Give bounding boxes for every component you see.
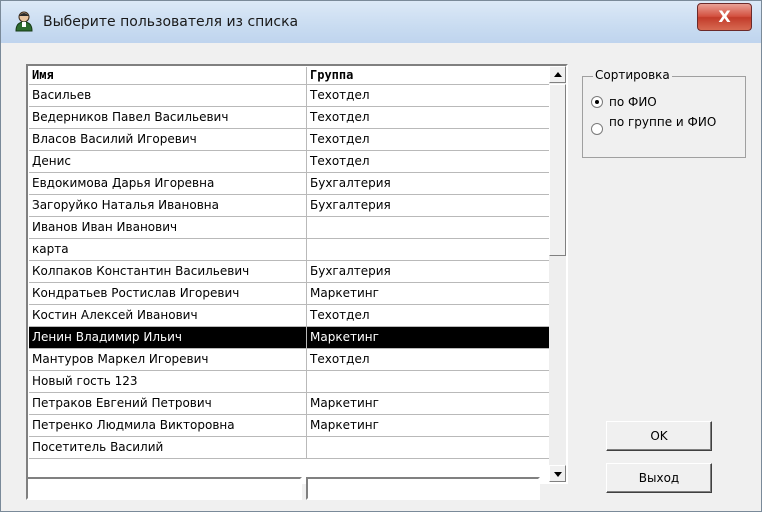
table-row[interactable]: Колпаков Константин Васильевич Бухгалтери… (29, 261, 549, 283)
user-name-cell[interactable]: Колпаков Константин Васильевич (29, 261, 307, 282)
ok-button[interactable]: OK (606, 421, 712, 451)
user-group-cell[interactable]: Техотдел (307, 85, 547, 106)
close-button[interactable]: X (697, 3, 752, 31)
table-row[interactable]: карта (29, 239, 549, 261)
users-grid-content: Имя Группа Васильев Техотдел Ведерников Па… (29, 67, 549, 459)
table-row[interactable]: Посетитель Василий (29, 437, 549, 459)
user-name-cell[interactable]: Посетитель Василий (29, 437, 307, 458)
dialog-body: Имя Группа Васильев Техотдел Ведерников Па… (9, 43, 754, 505)
sort-groupbox: Сортировка по ФИО по группе и ФИО (582, 68, 746, 158)
user-name-cell[interactable]: Евдокимова Дарья Игоревна (29, 173, 307, 194)
user-name-cell[interactable]: Петренко Людмила Викторовна (29, 415, 307, 436)
table-row[interactable]: Загоруйко Наталья Ивановна Бухгалтерия (29, 195, 549, 217)
user-group-cell[interactable] (307, 239, 547, 260)
user-name-cell[interactable]: Петраков Евгений Петрович (29, 393, 307, 414)
vertical-scrollbar[interactable] (549, 66, 566, 482)
user-group-cell[interactable]: Маркетинг (307, 393, 547, 414)
group-filter-input[interactable] (306, 477, 540, 500)
scroll-up-button[interactable] (549, 66, 566, 83)
user-name-cell[interactable]: Власов Василий Игоревич (29, 129, 307, 150)
close-icon: X (718, 7, 731, 26)
table-row[interactable]: Иванов Иван Иванович (29, 217, 549, 239)
user-avatar-icon (13, 10, 35, 32)
grid-header-row: Имя Группа (29, 67, 549, 85)
user-group-cell[interactable]: Бухгалтерия (307, 173, 547, 194)
user-group-cell[interactable] (307, 437, 547, 458)
exit-button[interactable]: Выход (606, 463, 712, 493)
user-group-cell[interactable]: Маркетинг (307, 415, 547, 436)
column-header-name[interactable]: Имя (29, 67, 307, 84)
table-row[interactable]: Власов Василий Игоревич Техотдел (29, 129, 549, 151)
scroll-down-button[interactable] (549, 465, 566, 482)
table-row[interactable]: Петраков Евгений Петрович Маркетинг (29, 393, 549, 415)
user-name-cell[interactable]: Денис (29, 151, 307, 172)
sort-by-name-radio[interactable] (591, 96, 603, 108)
user-select-dialog: Выберите пользователя из списка X Имя Гр… (0, 0, 762, 512)
table-row[interactable]: Васильев Техотдел (29, 85, 549, 107)
table-row[interactable]: Костин Алексей Иванович Техотдел (29, 305, 549, 327)
table-row[interactable]: Мантуров Маркел Игоревич Техотдел (29, 349, 549, 371)
window-title: Выберите пользователя из списка (43, 14, 299, 30)
name-filter-input[interactable] (26, 477, 302, 500)
table-row[interactable]: Ленин Владимир Ильич Маркетинг (29, 327, 549, 349)
sort-by-group-label[interactable]: по группе и ФИО (609, 116, 719, 128)
scroll-thumb[interactable] (549, 84, 566, 256)
user-name-cell[interactable]: Загоруйко Наталья Ивановна (29, 195, 307, 216)
user-name-cell[interactable]: Ленин Владимир Ильич (29, 327, 307, 348)
table-row[interactable]: Петренко Людмила Викторовна Маркетинг (29, 415, 549, 437)
column-header-group[interactable]: Группа (307, 67, 547, 84)
table-row[interactable]: Новый гость 123 (29, 371, 549, 393)
user-group-cell[interactable]: Техотдел (307, 129, 547, 150)
user-group-cell[interactable] (307, 371, 547, 392)
sort-by-name-label[interactable]: по ФИО (609, 96, 657, 108)
arrow-up-icon (554, 72, 562, 77)
arrow-down-icon (554, 472, 562, 477)
table-row[interactable]: Евдокимова Дарья Игоревна Бухгалтерия (29, 173, 549, 195)
user-group-cell[interactable]: Бухгалтерия (307, 261, 547, 282)
title-bar: Выберите пользователя из списка X (1, 1, 761, 43)
table-row[interactable]: Кондратьев Ростислав Игоревич Маркетинг (29, 283, 549, 305)
user-name-cell[interactable]: карта (29, 239, 307, 260)
user-name-cell[interactable]: Кондратьев Ростислав Игоревич (29, 283, 307, 304)
user-name-cell[interactable]: Новый гость 123 (29, 371, 307, 392)
user-group-cell[interactable]: Техотдел (307, 107, 547, 128)
user-name-cell[interactable]: Костин Алексей Иванович (29, 305, 307, 326)
user-group-cell[interactable]: Маркетинг (307, 283, 547, 304)
user-group-cell[interactable]: Маркетинг (307, 327, 547, 348)
user-group-cell[interactable] (307, 217, 547, 238)
table-row[interactable]: Ведерников Павел Васильевич Техотдел (29, 107, 549, 129)
sort-legend: Сортировка (593, 68, 672, 82)
user-group-cell[interactable]: Техотдел (307, 349, 547, 370)
user-group-cell[interactable]: Бухгалтерия (307, 195, 547, 216)
user-name-cell[interactable]: Иванов Иван Иванович (29, 217, 307, 238)
users-grid: Имя Группа Васильев Техотдел Ведерников Па… (26, 64, 568, 484)
user-group-cell[interactable]: Техотдел (307, 305, 547, 326)
sort-by-group-radio[interactable] (591, 123, 603, 135)
user-name-cell[interactable]: Ведерников Павел Васильевич (29, 107, 307, 128)
table-row[interactable]: Денис Техотдел (29, 151, 549, 173)
user-name-cell[interactable]: Мантуров Маркел Игоревич (29, 349, 307, 370)
user-group-cell[interactable]: Техотдел (307, 151, 547, 172)
user-name-cell[interactable]: Васильев (29, 85, 307, 106)
